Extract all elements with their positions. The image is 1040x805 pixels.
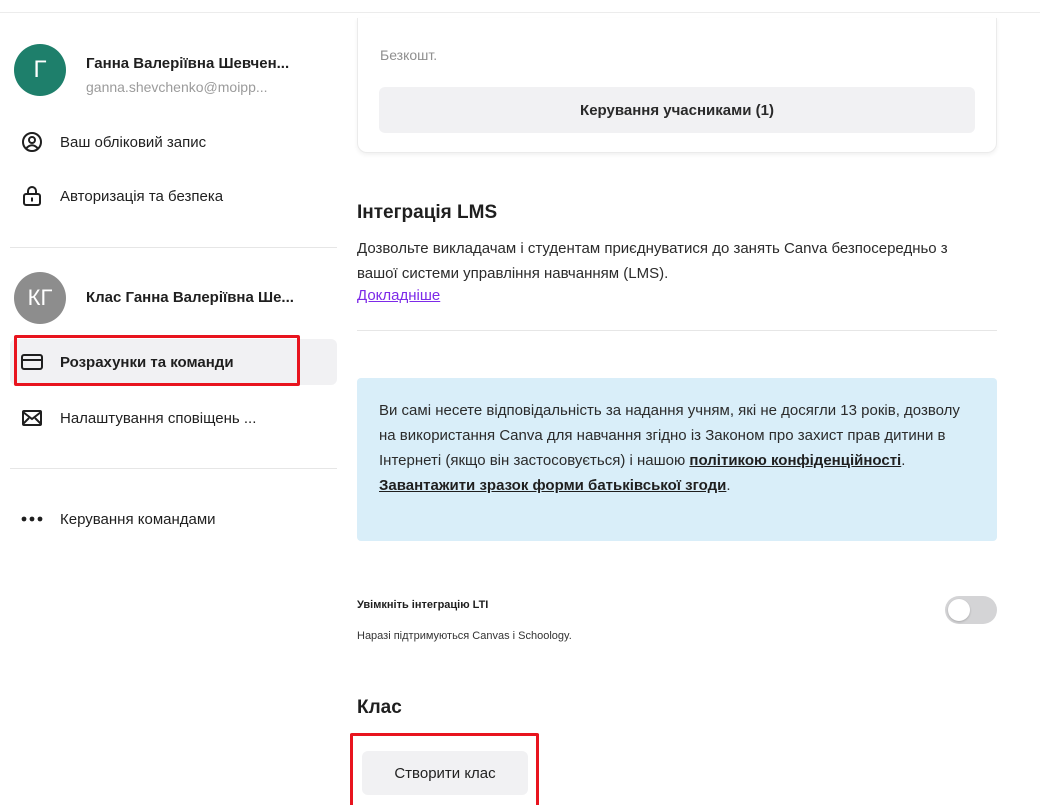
user-circle-icon	[12, 131, 52, 153]
lms-description: Дозвольте викладачам і студентам приєдну…	[357, 240, 948, 282]
team-avatar[interactable]: КГ	[14, 272, 66, 324]
coppa-notice-text: Ви самі несете відповідальність за надан…	[379, 398, 979, 498]
privacy-policy-link[interactable]: політикою конфіденційності	[689, 452, 901, 469]
team-name: Клас Ганна Валеріївна Ше...	[86, 289, 294, 306]
notice-period: .	[901, 452, 906, 469]
parental-consent-link[interactable]: Завантажити зразок форми батьківської зг…	[379, 477, 726, 494]
sidebar-item-label: Керування командами	[60, 510, 216, 528]
user-email: ganna.shevchenko@moipp...	[86, 79, 268, 95]
lock-icon	[12, 185, 52, 207]
plan-label: Безкошт.	[380, 47, 438, 63]
section-divider	[357, 330, 997, 331]
settings-sidebar: Г Ганна Валеріївна Шевчен... ganna.shevc…	[0, 0, 345, 805]
more-dots-icon	[12, 515, 52, 523]
sidebar-item-label: Розрахунки та команди	[60, 353, 234, 371]
sidebar-item-label: Авторизація та безпека	[60, 187, 224, 205]
lms-section-title: Інтеграція LMS	[357, 202, 498, 223]
lti-toggle[interactable]	[945, 596, 997, 624]
sidebar-divider	[10, 468, 337, 469]
sidebar-item-label: Налаштування сповіщень ...	[60, 409, 257, 427]
toggle-knob	[948, 599, 970, 621]
user-avatar[interactable]: Г	[14, 44, 66, 96]
sidebar-item-manage-teams[interactable]: Керування командами	[10, 496, 337, 542]
user-name: Ганна Валеріївна Шевчен...	[86, 55, 290, 72]
sidebar-divider	[10, 247, 337, 248]
sidebar-item-billing[interactable]: Розрахунки та команди	[10, 339, 337, 385]
sidebar-item-label: Ваш обліковий запис	[60, 133, 207, 151]
lti-toggle-label: Увімкніть інтеграцію LTI	[357, 599, 489, 611]
class-section-title: Клас	[357, 697, 402, 718]
learn-more-link[interactable]: Докладніше	[357, 287, 440, 304]
sidebar-item-account[interactable]: Ваш обліковий запис	[10, 119, 337, 165]
manage-members-button[interactable]: Керування учасниками (1)	[379, 87, 975, 133]
lti-toggle-subtitle: Наразі підтримуються Canvas і Schoology.	[357, 630, 572, 642]
create-class-button[interactable]: Створити клас	[362, 751, 528, 795]
mail-icon	[12, 409, 52, 427]
sidebar-item-security[interactable]: Авторизація та безпека	[10, 173, 337, 219]
notice-period: .	[726, 477, 731, 494]
sidebar-item-notifications[interactable]: Налаштування сповіщень ...	[10, 395, 337, 441]
credit-card-icon	[12, 352, 52, 372]
